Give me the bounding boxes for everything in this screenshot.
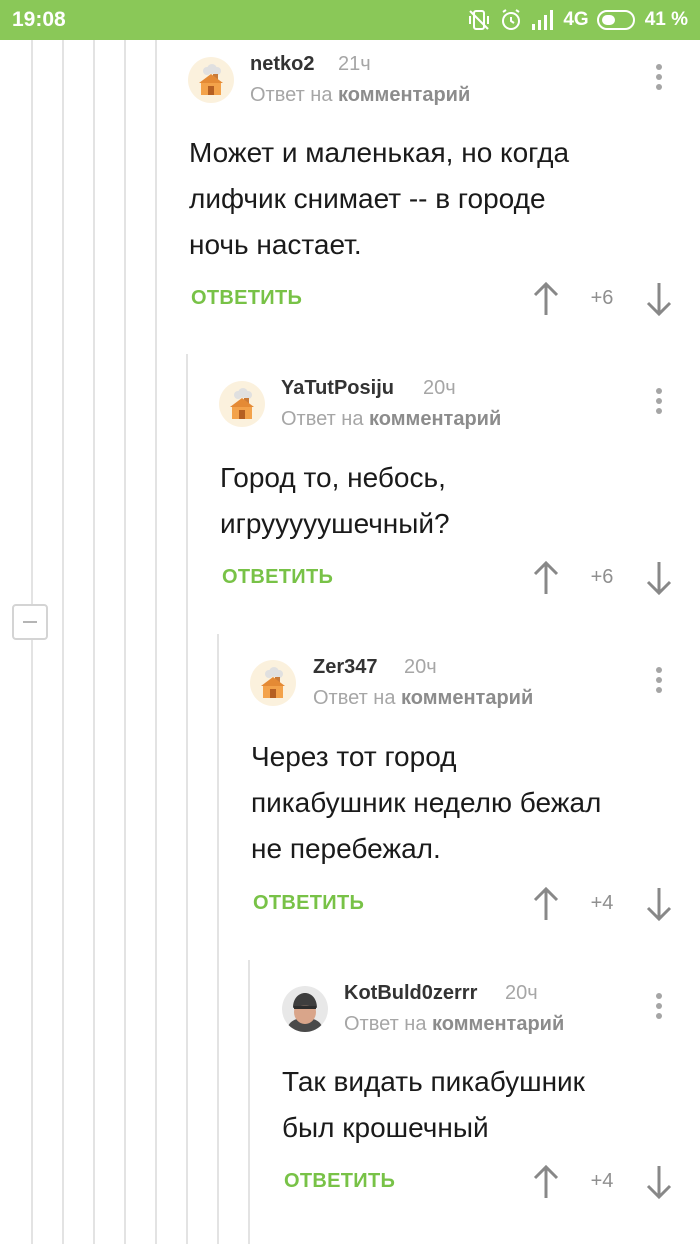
upvote-arrow-icon[interactable] (530, 560, 562, 596)
collapse-thread-button[interactable] (12, 604, 48, 640)
reply-to-prefix: Ответ на (281, 408, 370, 430)
comment-text-line: Город то, небось, (220, 462, 446, 493)
comment-time: 20ч (423, 377, 456, 399)
reply-to-label: Ответ на комментарий (344, 1013, 564, 1036)
comment-author[interactable]: Zer347 (313, 656, 378, 679)
reply-to-prefix: Ответ на (344, 1013, 433, 1035)
battery-icon (596, 10, 635, 30)
reply-to-label: Ответ на комментарий (281, 408, 501, 431)
comment-text-line: не перебежал. (251, 833, 441, 864)
comment-text: Может и маленькая, но когда лифчик снима… (189, 130, 629, 268)
reply-to-prefix: Ответ на (250, 84, 339, 106)
avatar[interactable] (219, 381, 265, 427)
reply-button[interactable]: ОТВЕТИТЬ (191, 287, 302, 310)
upvote-arrow-icon[interactable] (530, 281, 562, 317)
upvote-arrow-icon[interactable] (530, 1164, 562, 1200)
thread-line (124, 40, 126, 1244)
status-bar: 19:08 4G 41 % (0, 0, 700, 40)
reply-to-link[interactable]: комментарий (369, 408, 501, 430)
more-options-icon[interactable] (649, 388, 669, 422)
default-avatar-icon (219, 381, 265, 427)
default-avatar-icon (250, 660, 296, 706)
vibrate-off-icon (469, 10, 490, 30)
comment-score: +6 (590, 566, 614, 588)
more-options-icon[interactable] (649, 667, 669, 701)
comment-text-line: Так видать пикабушник (282, 1066, 585, 1097)
avatar[interactable] (188, 57, 234, 103)
reply-to-link[interactable]: комментарий (432, 1013, 564, 1035)
comment-text: Через тот город пикабушник неделю бежал … (251, 734, 691, 872)
network-type: 4G (563, 9, 589, 30)
avatar[interactable] (250, 660, 296, 706)
comment-author[interactable]: netko2 (250, 53, 314, 76)
signal-icon (532, 10, 554, 30)
comment-text-line: лифчик снимает -- в городе (189, 183, 546, 214)
thread-line (31, 40, 33, 1244)
reply-to-label: Ответ на комментарий (313, 687, 533, 710)
comment-text-line: был крошечный (282, 1112, 489, 1143)
avatar[interactable] (282, 986, 328, 1032)
thread-line (217, 634, 219, 1244)
user-photo-avatar-icon (282, 986, 328, 1032)
comment-text-line: пикабушник неделю бежал (251, 787, 602, 818)
reply-button[interactable]: ОТВЕТИТЬ (222, 566, 333, 589)
minus-icon (23, 621, 37, 623)
more-options-icon[interactable] (649, 993, 669, 1027)
comment-author[interactable]: YaTutPosiju (281, 377, 394, 400)
upvote-arrow-icon[interactable] (530, 886, 562, 922)
reply-to-link[interactable]: комментарий (401, 687, 533, 709)
downvote-arrow-icon[interactable] (643, 1164, 675, 1200)
comment-text-line: ночь настает. (189, 229, 362, 260)
comment-text-line: Может и маленькая, но когда (189, 137, 570, 168)
comment-text-line: Через тот город (251, 741, 457, 772)
comment-time: 21ч (338, 53, 371, 75)
status-time: 19:08 (12, 8, 66, 31)
downvote-arrow-icon[interactable] (643, 560, 675, 596)
downvote-arrow-icon[interactable] (643, 281, 675, 317)
alarm-icon (502, 9, 521, 30)
status-icons: 4G 41 % (467, 7, 688, 33)
reply-to-prefix: Ответ на (313, 687, 402, 709)
comment-time: 20ч (505, 982, 538, 1004)
comment-text: Так видать пикабушник был крошечный (282, 1059, 700, 1151)
comment-score: +4 (590, 1170, 614, 1192)
battery-level: 41 % (644, 9, 688, 30)
reply-button[interactable]: ОТВЕТИТЬ (284, 1170, 395, 1193)
reply-to-link[interactable]: комментарий (338, 84, 470, 106)
thread-line (155, 40, 157, 1244)
comment-text-line: игрууууушечный? (220, 508, 450, 539)
thread-line (93, 40, 95, 1244)
downvote-arrow-icon[interactable] (643, 886, 675, 922)
more-options-icon[interactable] (649, 64, 669, 98)
comment-score: +6 (590, 287, 614, 309)
thread-line (62, 40, 64, 1244)
comment-text: Город то, небось, игрууууушечный? (220, 455, 660, 547)
comment-time: 20ч (404, 656, 437, 678)
default-avatar-icon (188, 57, 234, 103)
thread-line (186, 354, 188, 1244)
comment-author[interactable]: KotBuld0zerrr (344, 982, 477, 1005)
comment-score: +4 (590, 892, 614, 914)
reply-button[interactable]: ОТВЕТИТЬ (253, 892, 364, 915)
thread-line (248, 960, 250, 1244)
reply-to-label: Ответ на комментарий (250, 84, 470, 107)
